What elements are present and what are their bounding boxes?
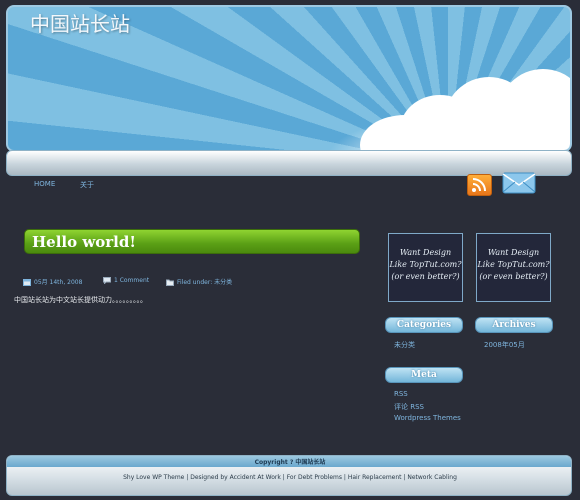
comment-icon: [103, 277, 111, 285]
post-date-text: 05月 14th, 2008: [34, 279, 83, 286]
meta-themes-link[interactable]: Wordpress Themes: [394, 414, 461, 422]
ad-box[interactable]: Want Design Like TopTut.com? (or even be…: [388, 233, 463, 302]
post-filed: Filed under: 未分类: [166, 277, 232, 286]
navbar: [6, 150, 572, 176]
post-content: 中国站长站为中文站长提供动力。。。。。。。。。: [14, 296, 147, 304]
calendar-icon: [23, 279, 31, 286]
meta-rss-link[interactable]: RSS: [394, 390, 408, 398]
nav-home-link[interactable]: HOME: [34, 180, 55, 188]
ad-line: Like TopTut.com?: [477, 260, 550, 269]
post-date: 05月 14th, 2008: [23, 277, 82, 286]
site-title[interactable]: 中国站长站: [30, 8, 130, 37]
archive-item-link[interactable]: 2008年05月: [484, 340, 525, 350]
rss-feed-icon[interactable]: [467, 174, 492, 196]
nav-about-link[interactable]: 关于: [80, 180, 94, 190]
ad-line: (or even better?): [479, 272, 548, 281]
mail-icon[interactable]: [502, 172, 536, 194]
archives-widget-title: Archives: [475, 317, 553, 333]
ad-line: Like TopTut.com?: [389, 260, 462, 269]
footer-credits[interactable]: Shy Love WP Theme | Designed by Accident…: [0, 474, 580, 481]
ad-box[interactable]: Want Design Like TopTut.com? (or even be…: [476, 233, 551, 302]
ad-line: Want Design: [399, 248, 452, 257]
filed-under-label: Filed under:: [177, 279, 213, 286]
copyright-text: Copyright ? 中国站长站: [254, 459, 326, 466]
category-item-link[interactable]: 未分类: [394, 340, 415, 350]
post-comments[interactable]: 1 Comment: [103, 277, 149, 285]
category-link[interactable]: 未分类: [214, 279, 232, 286]
comments-link[interactable]: 1 Comment: [114, 277, 149, 284]
meta-comments-rss-link[interactable]: 评论 RSS: [394, 402, 424, 412]
ad-line: (or even better?): [391, 272, 460, 281]
categories-widget-title: Categories: [385, 317, 463, 333]
meta-widget-title: Meta: [385, 367, 463, 383]
folder-icon: [166, 279, 174, 286]
ad-line: Want Design: [487, 248, 540, 257]
post-title-link[interactable]: Hello world!: [32, 233, 136, 251]
